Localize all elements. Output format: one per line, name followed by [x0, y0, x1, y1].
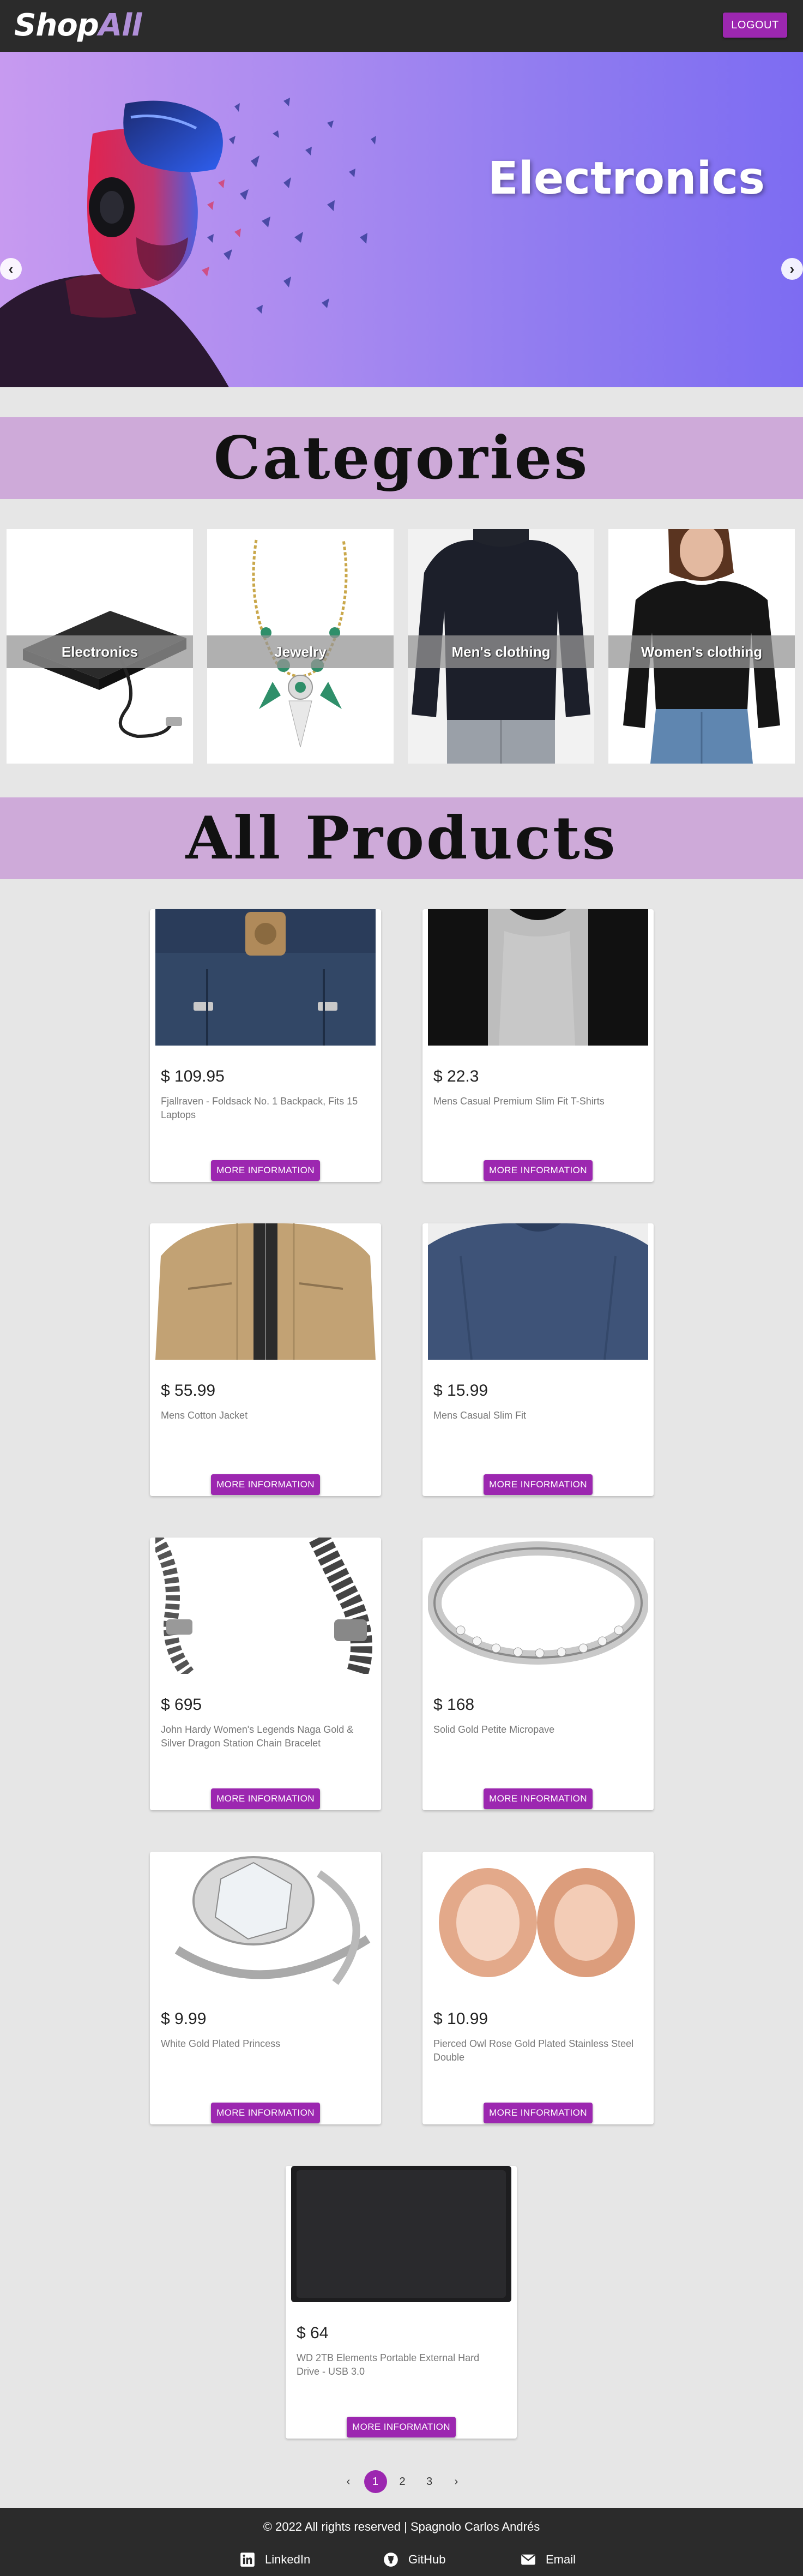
product-card: $ 9.99 White Gold Plated Princess MORE I… [150, 1852, 381, 2124]
product-price: $ 9.99 [161, 2010, 207, 2028]
products-heading-bar: All Products [0, 797, 803, 879]
product-price: $ 109.95 [161, 1067, 225, 1085]
categories-heading-bar: Categories [0, 417, 803, 499]
product-title: Mens Cotton Jacket [161, 1410, 248, 1421]
more-information-button[interactable]: MORE INFORMATION [211, 1160, 320, 1181]
carousel-slide-image [0, 98, 376, 387]
product-card: $ 64 WD 2TB Elements Portable External H… [286, 2166, 517, 2439]
more-information-button[interactable]: MORE INFORMATION [484, 1788, 593, 1809]
product-image-backpack [155, 909, 376, 1046]
category-card-mens-clothing[interactable]: Men's clothing [408, 529, 594, 764]
product-title: WD 2TB Elements Portable External Hard D… [297, 2352, 480, 2377]
product-price: $ 10.99 [433, 2010, 488, 2028]
product-price: $ 695 [161, 1696, 202, 1714]
pagination-page-2[interactable]: 2 [391, 2470, 414, 2493]
category-label-band: Jewelry [207, 635, 394, 668]
product-card: $ 109.95 Fjallraven - Foldsack No. 1 Bac… [150, 909, 381, 1182]
email-label: Email [546, 2553, 576, 2566]
product-card: $ 15.99 Mens Casual Slim Fit MORE INFORM… [422, 1223, 654, 1496]
copyright-text: © 2022 All rights reserved | Spagnolo Ca… [263, 2520, 540, 2533]
github-label: GitHub [408, 2553, 446, 2566]
pagination: ‹ 1 2 3 › [337, 2470, 468, 2494]
product-price: $ 15.99 [433, 1382, 488, 1400]
product-image-bracelet [155, 1538, 376, 1674]
carousel-next-button[interactable]: › [781, 258, 803, 280]
product-title: White Gold Plated Princess [161, 2038, 281, 2049]
more-information-button[interactable]: MORE INFORMATION [347, 2417, 456, 2437]
pagination-prev-button[interactable]: ‹ [337, 2470, 360, 2493]
github-icon [384, 2553, 398, 2567]
product-card: $ 55.99 Mens Cotton Jacket MORE INFORMAT… [150, 1223, 381, 1496]
carousel-prev-button[interactable]: ‹ [0, 258, 22, 280]
pagination-page-1[interactable]: 1 [364, 2470, 387, 2493]
category-label-band: Women's clothing [608, 635, 795, 668]
product-card: $ 168 Solid Gold Petite Micropave MORE I… [422, 1538, 654, 1810]
footer: © 2022 All rights reserved | Spagnolo Ca… [0, 2508, 803, 2576]
linkedin-link[interactable]: LinkedIn [240, 2551, 310, 2568]
categories-heading: Categories [213, 424, 590, 493]
logo-text-all: All [98, 8, 142, 43]
chevron-right-icon: › [789, 260, 795, 277]
product-title: John Hardy Women's Legends Naga Gold & S… [161, 1724, 354, 1749]
category-label-band: Men's clothing [408, 635, 594, 668]
product-image-jacket [155, 1223, 376, 1360]
pagination-next-button[interactable]: › [445, 2470, 468, 2493]
email-icon [521, 2554, 535, 2565]
product-price: $ 22.3 [433, 1067, 479, 1085]
products-heading: All Products [185, 804, 618, 873]
pagination-page-3[interactable]: 3 [418, 2470, 441, 2493]
category-label: Women's clothing [641, 643, 763, 660]
carousel-slide-title: Electronics [487, 153, 765, 205]
linkedin-label: LinkedIn [265, 2553, 311, 2566]
more-information-button[interactable]: MORE INFORMATION [484, 2103, 593, 2123]
product-card: $ 22.3 Mens Casual Premium Slim Fit T-Sh… [422, 909, 654, 1182]
product-card: $ 695 John Hardy Women's Legends Naga Go… [150, 1538, 381, 1810]
hero-carousel: Electronics ‹ › [0, 52, 803, 387]
more-information-button[interactable]: MORE INFORMATION [211, 1474, 320, 1495]
product-price: $ 55.99 [161, 1382, 216, 1400]
product-title: Fjallraven - Foldsack No. 1 Backpack, Fi… [161, 1096, 358, 1120]
linkedin-icon [240, 2553, 255, 2567]
category-label: Jewelry [274, 643, 327, 660]
product-image-ring [428, 1538, 648, 1674]
category-label: Electronics [61, 643, 138, 660]
product-title: Solid Gold Petite Micropave [433, 1724, 555, 1735]
product-image-plugs [428, 1852, 648, 1988]
more-information-button[interactable]: MORE INFORMATION [211, 1788, 320, 1809]
category-card-womens-clothing[interactable]: Women's clothing [608, 529, 795, 764]
product-title: Pierced Owl Rose Gold Plated Stainless S… [433, 2038, 634, 2063]
product-image-tshirt [428, 909, 648, 1046]
product-title: Mens Casual Premium Slim Fit T-Shirts [433, 1096, 605, 1107]
top-navbar: ShopAll LOGOUT [0, 0, 803, 52]
chevron-left-icon: ‹ [8, 260, 14, 277]
product-title: Mens Casual Slim Fit [433, 1410, 527, 1421]
email-link[interactable]: Email [521, 2551, 576, 2568]
logo-text-shop: Shop [14, 8, 99, 43]
more-information-button[interactable]: MORE INFORMATION [484, 1474, 593, 1495]
shopall-logo[interactable]: ShopAll [14, 9, 142, 43]
github-link[interactable]: GitHub [383, 2551, 445, 2568]
category-card-electronics[interactable]: Electronics [7, 529, 193, 764]
product-price: $ 64 [297, 2324, 329, 2342]
product-price: $ 168 [433, 1696, 475, 1714]
more-information-button[interactable]: MORE INFORMATION [484, 1160, 593, 1181]
product-image-slim-fit-shirt [428, 1223, 648, 1360]
product-card: $ 10.99 Pierced Owl Rose Gold Plated Sta… [422, 1852, 654, 2124]
category-label: Men's clothing [451, 643, 551, 660]
product-image-princess-ring [155, 1852, 376, 1988]
more-information-button[interactable]: MORE INFORMATION [211, 2103, 320, 2123]
category-label-band: Electronics [7, 635, 193, 668]
product-image-external-drive [291, 2166, 511, 2302]
logout-button[interactable]: LOGOUT [723, 13, 787, 38]
category-card-jewelry[interactable]: Jewelry [207, 529, 394, 764]
